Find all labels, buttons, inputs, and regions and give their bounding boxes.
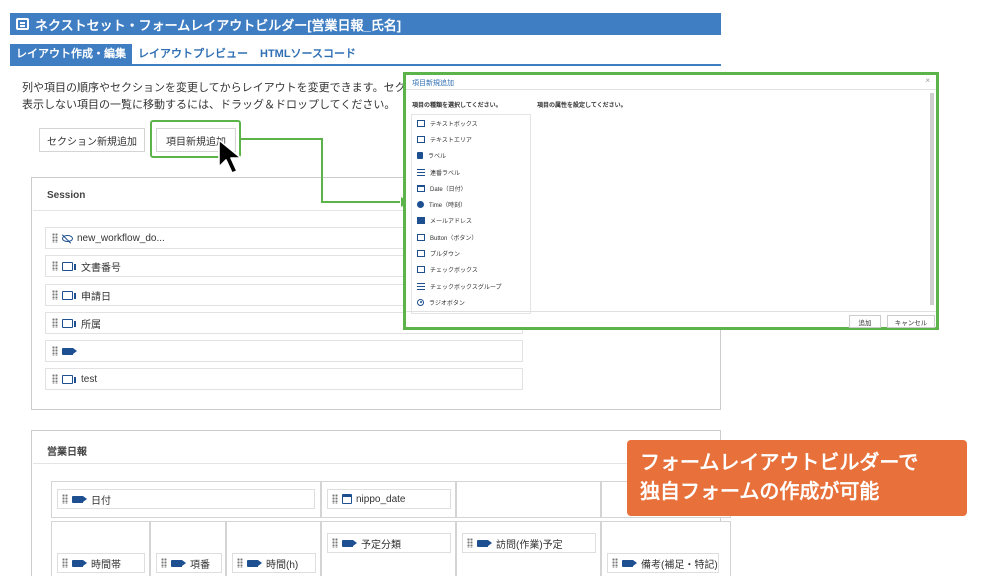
type-numbered-label[interactable]: 連番ラベル (412, 164, 530, 180)
checkbox-icon (417, 266, 425, 274)
cancel-button[interactable]: キャンセル (887, 315, 935, 328)
type-email[interactable]: メールアドレス (412, 213, 530, 229)
type-radio[interactable]: ラジオボタン (412, 294, 530, 310)
divider (406, 89, 936, 90)
callout-line-2: 独自フォームの作成が可能 (640, 481, 880, 503)
type-label: Time（時刻） (429, 203, 467, 210)
clock-icon (417, 201, 424, 209)
type-dropdown[interactable]: プルダウン (412, 245, 530, 261)
textarea-icon (417, 135, 425, 143)
type-label: ラベル (428, 154, 447, 161)
mail-icon (417, 217, 425, 225)
type-label: プルダウン (430, 252, 461, 259)
close-icon[interactable]: × (925, 76, 930, 85)
type-checkbox-group[interactable]: チェックボックスグループ (412, 278, 530, 294)
radio-icon (417, 298, 424, 306)
divider (406, 311, 936, 312)
type-label[interactable]: ラベル (412, 148, 530, 164)
item-type-list: テキストボックス テキストエリア ラベル 連番ラベル Date（日付） Time… (411, 114, 531, 314)
type-label: テキストエリア (430, 137, 472, 144)
add-item-dialog: 項目新規追加 × 項目の種類を選択してください。 項目の属性を設定してください。… (403, 72, 939, 330)
dropdown-icon (417, 250, 425, 258)
attribute-heading: 項目の属性を設定してください。 (537, 103, 627, 109)
type-time[interactable]: Time（時刻） (412, 196, 530, 212)
type-textarea[interactable]: テキストエリア (412, 131, 530, 147)
type-label: Date（日付） (430, 186, 467, 193)
checkbox-group-icon (417, 282, 425, 290)
type-label: 連番ラベル (430, 170, 461, 177)
textbox-icon (417, 119, 425, 127)
add-button[interactable]: 追加 (849, 315, 881, 328)
button-icon (417, 233, 425, 241)
label-icon (417, 152, 423, 160)
mouse-cursor-icon (218, 139, 242, 174)
type-label: ラジオボタン (429, 300, 465, 307)
type-label: Button（ボタン） (430, 235, 478, 242)
type-button[interactable]: Button（ボタン） (412, 229, 530, 245)
type-select-heading: 項目の種類を選択してください。 (412, 103, 502, 109)
type-label: テキストボックス (430, 121, 478, 128)
type-checkbox[interactable]: チェックボックス (412, 262, 530, 278)
type-label: チェックボックス (430, 268, 478, 275)
dialog-title: 項目新規追加 (412, 80, 454, 87)
feature-callout: フォームレイアウトビルダーで 独自フォームの作成が可能 (627, 440, 967, 516)
scrollbar[interactable] (930, 93, 934, 305)
numbered-label-icon (417, 168, 425, 176)
type-textbox[interactable]: テキストボックス (412, 115, 530, 131)
type-label: メールアドレス (430, 219, 473, 226)
type-label: チェックボックスグループ (430, 284, 502, 291)
calendar-icon (417, 184, 425, 192)
callout-line-1: フォームレイアウトビルダーで (640, 452, 919, 474)
type-date[interactable]: Date（日付） (412, 180, 530, 196)
